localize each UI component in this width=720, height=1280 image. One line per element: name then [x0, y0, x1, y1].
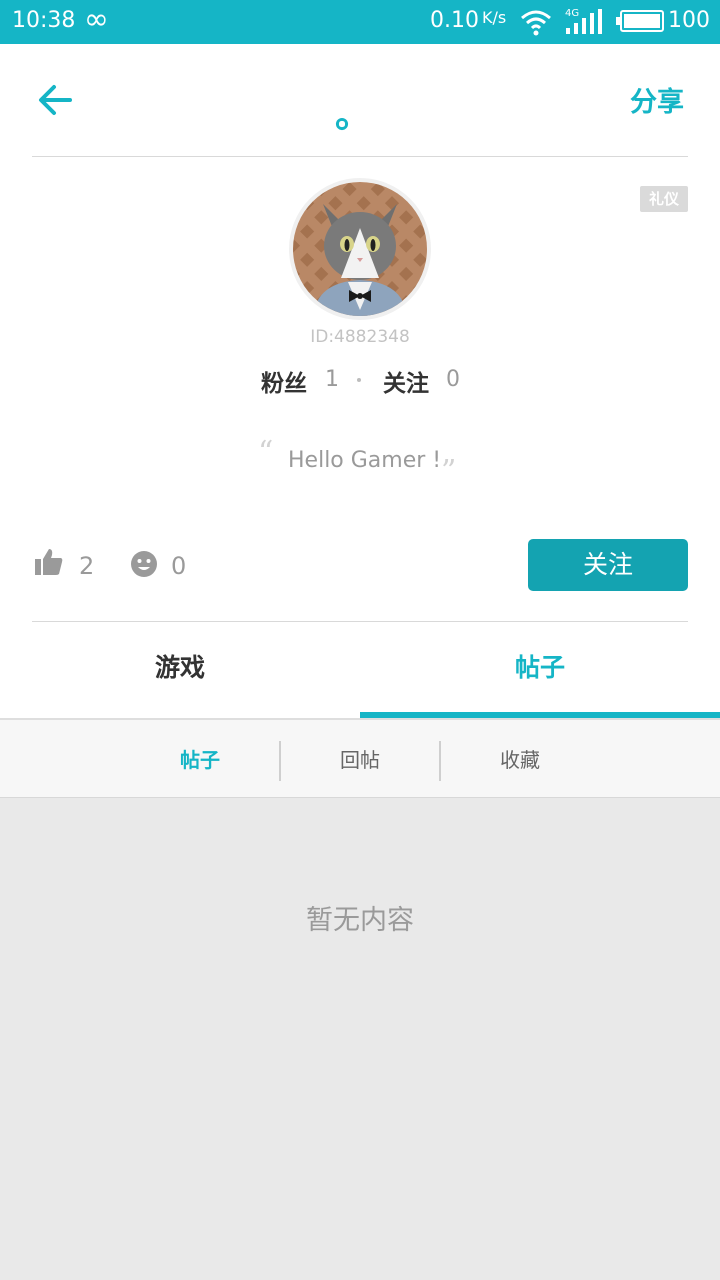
- following-label[interactable]: 关注: [383, 364, 429, 398]
- user-tag-badge: 礼仪: [640, 186, 688, 212]
- profile-card: 。 分享 礼仪 ID:4882348 粉丝 1 关注 0 “ Hello Gam…: [0, 44, 720, 720]
- wifi-icon: [521, 10, 551, 36]
- infinity-icon: ∞: [84, 2, 109, 37]
- likes-count: 2: [79, 552, 95, 580]
- smile-icon[interactable]: [130, 550, 158, 578]
- fans-label[interactable]: 粉丝: [261, 364, 307, 398]
- network-speed-unit: K/s: [482, 8, 507, 27]
- battery-level: 100: [668, 8, 710, 33]
- user-id: ID:4882348: [310, 327, 410, 347]
- empty-state-text: 暂无内容: [306, 905, 414, 936]
- user-signature: Hello Gamer !: [288, 448, 442, 473]
- signal-icon: [566, 9, 602, 34]
- avatar[interactable]: [289, 178, 431, 320]
- status-time: 10:38: [12, 8, 76, 33]
- subtab-replies[interactable]: 回帖: [280, 720, 440, 798]
- follow-stats: 粉丝 1 关注 0: [0, 362, 720, 398]
- open-quote-icon: “: [258, 435, 274, 470]
- status-bar: 10:38 ∞ 0.10 K/s 4G 100: [0, 0, 720, 44]
- thumbs-up-icon[interactable]: [34, 547, 64, 577]
- subtab-posts[interactable]: 帖子: [120, 720, 280, 798]
- network-speed: 0.10: [430, 8, 479, 33]
- tab-games[interactable]: 游戏: [0, 622, 360, 718]
- battery-icon: [616, 10, 664, 32]
- following-count[interactable]: 0: [446, 367, 460, 392]
- separator-dot: [357, 378, 361, 382]
- tab-posts[interactable]: 帖子: [360, 622, 720, 718]
- sub-tab-bar: 帖子 回帖 收藏: [0, 720, 720, 798]
- follow-button[interactable]: 关注: [528, 539, 688, 591]
- smiles-count: 0: [171, 552, 187, 580]
- fans-count[interactable]: 1: [325, 367, 339, 392]
- divider: [32, 156, 688, 157]
- page-title: 。: [335, 95, 372, 136]
- cat-avatar-image: [293, 182, 427, 316]
- back-arrow-icon[interactable]: [34, 78, 78, 122]
- share-button[interactable]: 分享: [630, 80, 684, 119]
- close-quote-icon: ”: [441, 454, 457, 489]
- subtab-favorites[interactable]: 收藏: [440, 720, 600, 798]
